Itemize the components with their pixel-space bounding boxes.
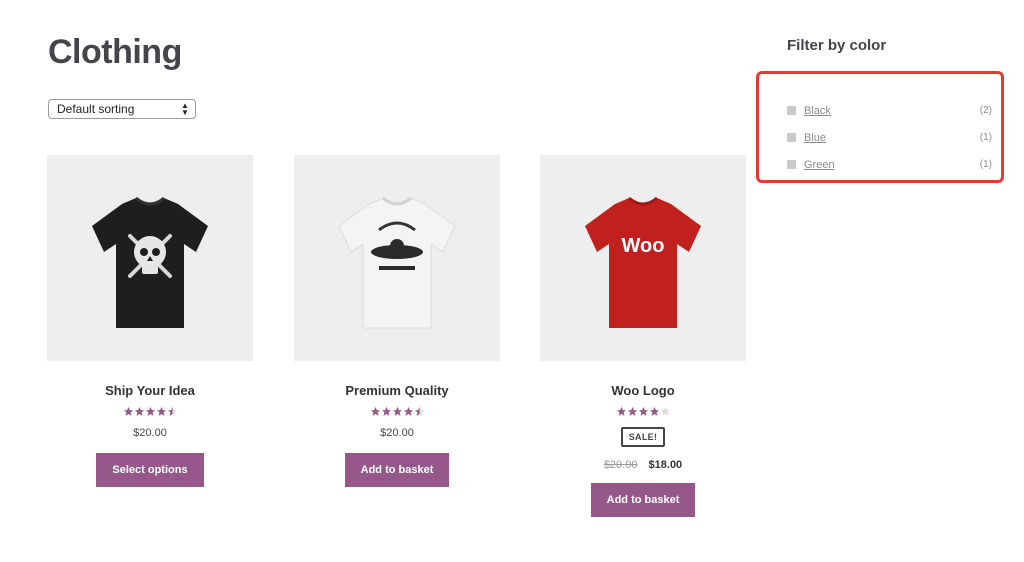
add-to-basket-button[interactable]: Add to basket (590, 483, 696, 517)
checkbox-icon[interactable] (787, 133, 796, 142)
star-icon (403, 406, 413, 416)
filter-count: (2) (979, 105, 992, 116)
product-price: $20.00 (133, 427, 167, 439)
filter-item-blue[interactable]: Blue (1) (787, 124, 992, 151)
product-card: Woo Woo Logo SALE! $20.00 $18.00 Add to … (540, 155, 746, 517)
product-image[interactable]: Woo (540, 155, 746, 361)
star-icon (616, 406, 626, 416)
sorting-select[interactable]: Default sorting ▲ ▼ (48, 99, 196, 119)
star-icon (167, 406, 177, 416)
product-title[interactable]: Ship Your Idea (47, 383, 253, 398)
old-price: $20.00 (603, 459, 638, 471)
filter-widget-title: Filter by color (787, 37, 887, 54)
product-image[interactable] (294, 155, 500, 361)
color-filter-list: Black (2) Blue (1) Green (1) (787, 97, 992, 178)
star-icon (156, 406, 166, 416)
star-icon (134, 406, 144, 416)
filter-label[interactable]: Green (804, 159, 980, 171)
star-icon (660, 406, 670, 416)
star-icon (638, 406, 648, 416)
star-icon (649, 406, 659, 416)
select-options-button[interactable]: Select options (96, 453, 204, 487)
sale-price: $18.00 (648, 459, 683, 471)
add-to-basket-button[interactable]: Add to basket (344, 453, 450, 487)
product-image[interactable] (47, 155, 253, 361)
product-card: Premium Quality $20.00 Add to basket (294, 155, 500, 487)
filter-label[interactable]: Black (804, 105, 980, 117)
star-rating (47, 406, 253, 418)
product-title[interactable]: Woo Logo (540, 383, 746, 398)
select-arrows-icon: ▲ ▼ (181, 101, 189, 117)
tshirt-white-woothemes-image (338, 196, 456, 329)
star-icon (370, 406, 380, 416)
star-icon (392, 406, 402, 416)
sorting-selected-value: Default sorting (57, 102, 135, 116)
star-icon (123, 406, 133, 416)
sale-badge: SALE! (620, 427, 666, 447)
filter-item-green[interactable]: Green (1) (787, 151, 992, 178)
star-icon (627, 406, 637, 416)
filter-label[interactable]: Blue (804, 132, 980, 144)
woo-print-text: Woo (622, 235, 665, 257)
star-icon (414, 406, 424, 416)
page-title: Clothing (48, 33, 182, 71)
tshirt-red-woo-image: Woo (585, 196, 701, 328)
product-card: Ship Your Idea $20.00 Select options (47, 155, 253, 487)
filter-item-black[interactable]: Black (2) (787, 97, 992, 124)
checkbox-icon[interactable] (787, 160, 796, 169)
product-price: $20.00 (380, 427, 414, 439)
star-rating (540, 406, 746, 418)
checkbox-icon[interactable] (787, 106, 796, 115)
star-rating (294, 406, 500, 418)
star-icon (145, 406, 155, 416)
filter-count: (1) (979, 132, 992, 143)
product-title[interactable]: Premium Quality (294, 383, 500, 398)
tshirt-black-skull-image (92, 196, 208, 328)
filter-count: (1) (979, 159, 992, 170)
product-price: $20.00 $18.00 (540, 459, 746, 471)
star-icon (381, 406, 391, 416)
